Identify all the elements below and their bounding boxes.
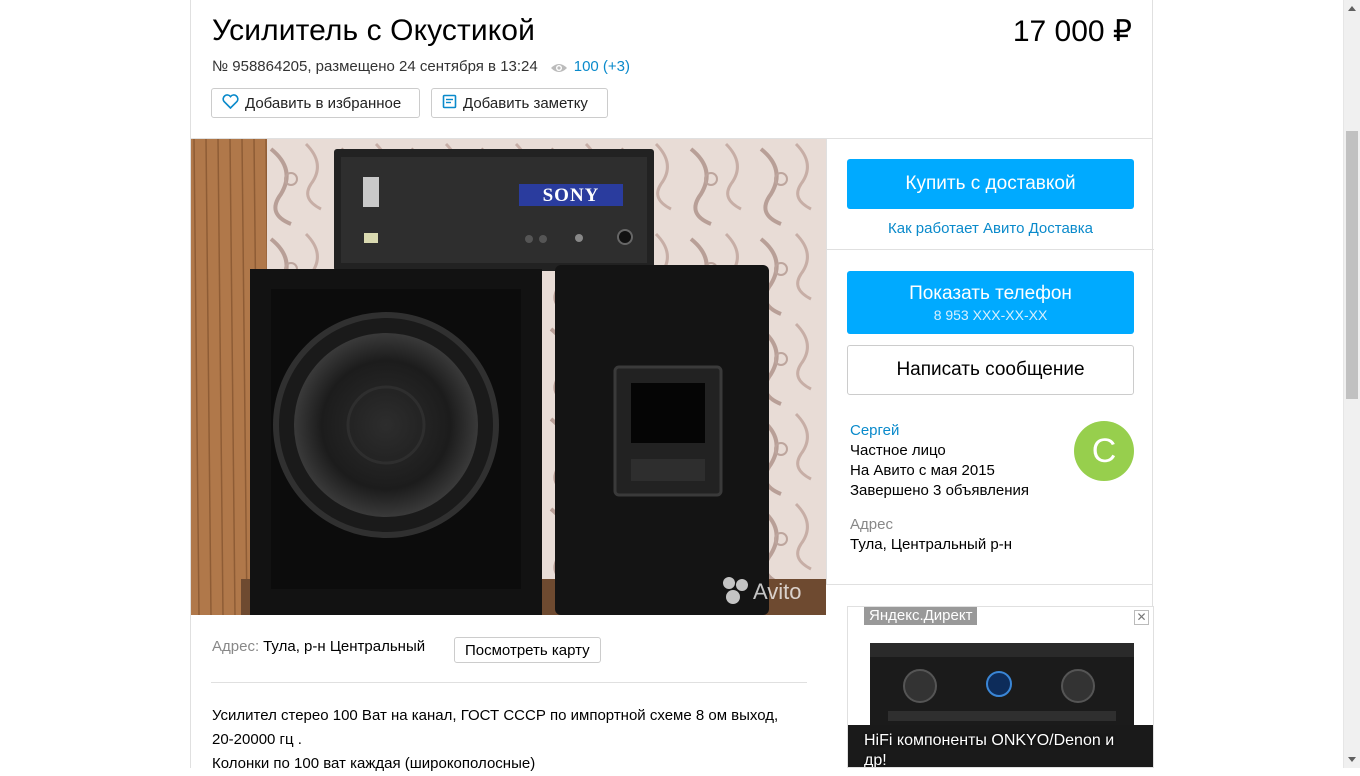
listing-meta: № 958864205, размещено 24 сентября в 13:…	[212, 58, 630, 75]
listing-description: Усилител стерео 100 Ват на канал, ГОСТ С…	[212, 704, 812, 776]
eye-icon	[550, 61, 568, 73]
listing-number-date: № 958864205, размещено 24 сентября в 13:…	[212, 58, 538, 75]
listing-column: Усилитель с Окустикой 17 000 ₽ № 9588642…	[190, 0, 1154, 772]
divider	[211, 682, 807, 683]
seller-since: На Авито с мая 2015	[850, 462, 995, 479]
close-icon[interactable]: ✕	[1134, 610, 1149, 625]
delivery-info-link[interactable]: Как работает Авито Доставка	[827, 220, 1154, 237]
listing-photo[interactable]: SONY Avito	[191, 139, 826, 615]
buy-with-delivery-label: Купить с доставкой	[905, 173, 1076, 194]
address-value: Тула, р-н Центральный	[263, 638, 426, 655]
add-favorite-label: Добавить в избранное	[245, 94, 402, 112]
seller-type: Частное лицо	[850, 442, 946, 459]
brand-logo-text: SONY	[543, 185, 600, 206]
listing-address: Адрес: Тула, р-н Центральный	[212, 638, 425, 655]
scrollbar-thumb[interactable]	[1346, 131, 1358, 399]
note-icon	[442, 94, 463, 113]
show-phone-label: Показать телефон	[909, 282, 1072, 304]
avito-watermark: Avito	[753, 579, 802, 604]
scroll-down-arrow-icon[interactable]	[1344, 751, 1360, 768]
seller-info: Сергей Частное лицо На Авито с мая 2015 …	[850, 421, 1029, 501]
heart-icon	[222, 93, 245, 113]
scroll-up-arrow-icon[interactable]	[1344, 0, 1360, 17]
price: 17 000 ₽	[1012, 15, 1132, 48]
ad-banner[interactable]: Яндекс.Директ ✕ HiFi компоненты ONKYO/De…	[847, 606, 1154, 768]
page-title: Усилитель с Окустикой	[212, 14, 535, 47]
buy-with-delivery-button[interactable]: Купить с доставкой	[847, 159, 1134, 209]
description-line: 20-20000 гц .	[212, 731, 302, 748]
views-count[interactable]: 100 (+3)	[574, 58, 630, 75]
view-map-button[interactable]: Посмотреть карту	[454, 637, 601, 663]
add-favorite-button[interactable]: Добавить в избранное	[211, 88, 420, 118]
avatar[interactable]: С	[1074, 421, 1134, 481]
divider	[827, 249, 1154, 250]
description-line: Колонки по 100 ват каждая (широкополосны…	[212, 755, 536, 772]
seller-address-value: Тула, Центральный р-н	[850, 536, 1012, 553]
seller-name[interactable]: Сергей	[850, 421, 1029, 441]
ad-source-tag: Яндекс.Директ	[864, 607, 978, 625]
description-line: Усилител стерео 100 Ват на канал, ГОСТ С…	[212, 707, 779, 724]
seller-completed: Завершено 3 объявления	[850, 482, 1030, 499]
phone-number: 8 953 XXX-XX-XX	[933, 306, 1048, 323]
add-note-label: Добавить заметку	[463, 94, 588, 112]
add-note-button[interactable]: Добавить заметку	[431, 88, 608, 118]
seller-address-label: Адрес	[850, 516, 893, 533]
action-panel: Купить с доставкой Как работает Авито До…	[826, 139, 1154, 585]
send-message-button[interactable]: Написать сообщение	[847, 345, 1134, 395]
ad-text[interactable]: HiFi компоненты ONKYO/Denon и др!	[864, 731, 1139, 767]
address-label: Адрес:	[212, 638, 260, 655]
page-scrollbar[interactable]	[1343, 0, 1360, 768]
show-phone-button[interactable]: Показать телефон 8 953 XXX-XX-XX	[847, 271, 1134, 334]
